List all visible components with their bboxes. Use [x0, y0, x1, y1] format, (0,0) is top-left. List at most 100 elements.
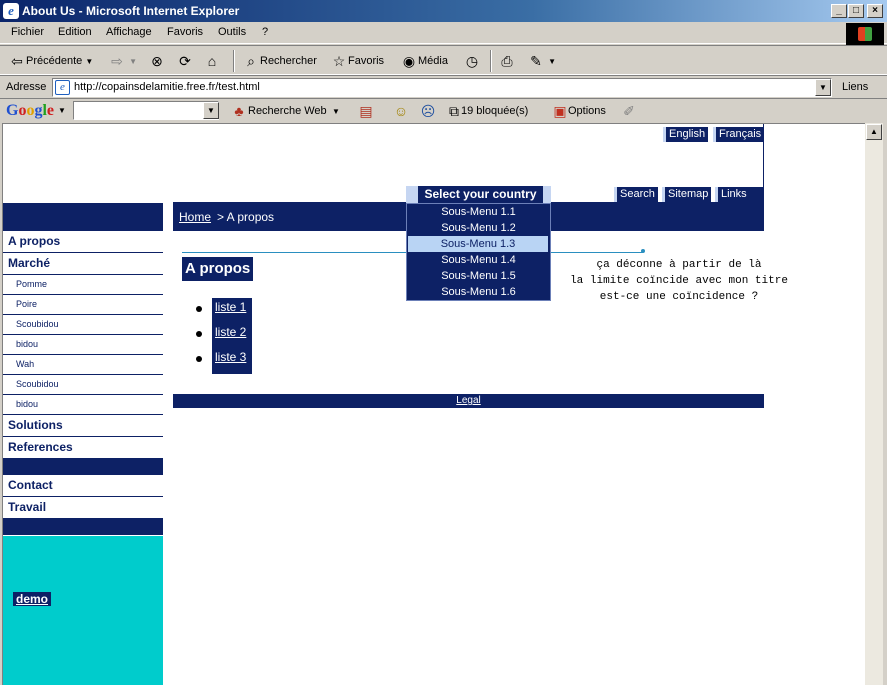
- vote-happy-button[interactable]: ☺: [392, 102, 410, 120]
- submenu-item[interactable]: Sous-Menu 1.6: [407, 284, 550, 300]
- address-label: Adresse: [6, 81, 47, 93]
- stop-button[interactable]: ⊗: [148, 52, 166, 70]
- popup-blocker-button[interactable]: ⧉ 19 bloquée(s): [447, 102, 528, 120]
- back-button[interactable]: ⇦ Précédente ▼: [8, 52, 93, 70]
- sidebar-subitem[interactable]: Poire: [3, 295, 163, 315]
- list-item-link[interactable]: liste 1: [215, 300, 246, 314]
- lang-francais-link[interactable]: Français: [713, 127, 765, 142]
- web-search-button[interactable]: ♣ Recherche Web ▼: [230, 102, 339, 120]
- sidebar-item-travail[interactable]: Travail: [3, 497, 163, 519]
- demo-link[interactable]: demo: [13, 592, 52, 606]
- address-dropdown-button[interactable]: ▼: [815, 79, 831, 96]
- search-button[interactable]: ⌕ Rechercher: [242, 52, 317, 70]
- sidebar-subitem[interactable]: Wah: [3, 355, 163, 375]
- smiley-icon: ☺: [393, 103, 409, 120]
- media-icon: ◉: [402, 53, 416, 70]
- sidebar-demo-panel: demo: [3, 536, 163, 685]
- close-button[interactable]: ×: [867, 4, 883, 18]
- sad-face-icon: ☹: [420, 103, 436, 120]
- sidebar-item-contact[interactable]: Contact: [3, 475, 163, 497]
- minimize-button[interactable]: _: [831, 4, 847, 18]
- sidebar-item-marche[interactable]: Marché: [3, 253, 163, 275]
- sidebar-subitem[interactable]: bidou: [3, 335, 163, 355]
- toolbar-separator: [490, 50, 492, 72]
- nav-sitemap-link[interactable]: Sitemap: [662, 187, 712, 202]
- sidebar-header-bar: [3, 203, 163, 231]
- back-arrow-icon: ⇦: [11, 53, 23, 70]
- stop-icon: ⊗: [151, 53, 163, 70]
- home-button[interactable]: ⌂: [203, 52, 221, 70]
- scroll-up-arrow-icon[interactable]: ▲: [866, 124, 882, 140]
- links-button[interactable]: Liens: [842, 81, 868, 93]
- lang-english-link[interactable]: English: [663, 127, 709, 142]
- address-input[interactable]: e http://copainsdelamitie.free.fr/test.h…: [52, 78, 832, 97]
- options-button[interactable]: ▣Options: [552, 102, 606, 120]
- menu-fichier[interactable]: Fichier: [11, 26, 44, 38]
- menu-edition[interactable]: Edition: [58, 26, 92, 38]
- forward-button[interactable]: ⇨ ▼: [108, 52, 137, 70]
- submenu-item[interactable]: Sous-Menu 1.1: [407, 204, 550, 220]
- vertical-scrollbar[interactable]: ▲: [865, 123, 883, 685]
- edit-icon: ✎: [530, 53, 542, 70]
- home-icon: ⌂: [207, 53, 217, 70]
- menu-outils[interactable]: Outils: [218, 26, 246, 38]
- address-url: http://copainsdelamitie.free.fr/test.htm…: [74, 81, 260, 93]
- breadcrumb-home-link[interactable]: Home: [179, 210, 211, 224]
- bullet: [196, 331, 202, 337]
- legal-link[interactable]: Legal: [456, 395, 480, 406]
- refresh-icon: ⟳: [179, 53, 191, 70]
- bullet: [196, 306, 202, 312]
- bullet: [196, 356, 202, 362]
- submenu-item[interactable]: Sous-Menu 1.4: [407, 252, 550, 268]
- refresh-button[interactable]: ⟳: [176, 52, 194, 70]
- sidebar-item-solutions[interactable]: Solutions: [3, 415, 163, 437]
- popup-blocker-icon: ⧉: [449, 103, 459, 120]
- sidebar-divider: [3, 519, 163, 535]
- favorites-icon: ☆: [332, 53, 346, 70]
- title-bar: e About Us - Microsoft Internet Explorer…: [0, 0, 887, 22]
- google-search-input[interactable]: [73, 101, 219, 120]
- menu-help[interactable]: ?: [262, 26, 268, 38]
- google-menu-arrow-icon[interactable]: ▼: [58, 106, 66, 115]
- web-page: English Français Search Sitemap Links Ho…: [2, 123, 865, 685]
- news-button[interactable]: ▤: [357, 102, 375, 120]
- media-button[interactable]: ◉ Média: [400, 52, 448, 70]
- vote-sad-button[interactable]: ☹: [419, 102, 437, 120]
- sidebar-item-a-propos[interactable]: A propos: [3, 231, 163, 253]
- window-title: About Us - Microsoft Internet Explorer: [22, 4, 240, 18]
- menu-favoris[interactable]: Favoris: [167, 26, 203, 38]
- sidebar-subitem[interactable]: Scoubidou: [3, 375, 163, 395]
- news-icon: ▤: [359, 103, 373, 120]
- sidebar-subitem[interactable]: Pomme: [3, 275, 163, 295]
- toolbar: ⇦ Précédente ▼ ⇨ ▼ ⊗ ⟳ ⌂ ⌕ Rechercher ☆ Fav…: [0, 45, 887, 75]
- country-submenu: Sous-Menu 1.1 Sous-Menu 1.2 Sous-Menu 1.…: [406, 203, 551, 301]
- print-button[interactable]: ⎙: [498, 52, 516, 70]
- toolbar-separator: [233, 50, 235, 72]
- edit-button[interactable]: ✎ ▼: [527, 52, 556, 70]
- country-select[interactable]: Select your country: [406, 186, 551, 203]
- submenu-item[interactable]: Sous-Menu 1.2: [407, 220, 550, 236]
- history-button[interactable]: ◷: [463, 52, 481, 70]
- submenu-item[interactable]: Sous-Menu 1.5: [407, 268, 550, 284]
- nav-search-link[interactable]: Search: [614, 187, 658, 202]
- submenu-item-highlighted[interactable]: Sous-Menu 1.3: [408, 236, 548, 252]
- sidebar-item-references[interactable]: References: [3, 437, 163, 459]
- sidebar-subitem[interactable]: Scoubidou: [3, 315, 163, 335]
- maximize-button[interactable]: □: [848, 4, 864, 18]
- binoculars-icon: ♣: [234, 103, 244, 120]
- nav-links-link[interactable]: Links: [715, 187, 763, 202]
- google-toolbar: Google ▼ ▼ ♣ Recherche Web ▼ ▤ ☺ ☹ ⧉ 19 bl…: [0, 98, 887, 122]
- page-icon: e: [55, 80, 70, 95]
- breadcrumb-current: > A propos: [217, 210, 275, 224]
- list-item-link[interactable]: liste 2: [215, 325, 246, 339]
- page-title: A propos: [182, 257, 254, 281]
- google-search-dropdown[interactable]: ▼: [203, 102, 219, 119]
- list-item-link[interactable]: liste 3: [215, 350, 246, 364]
- favorites-button[interactable]: ☆ Favoris: [330, 52, 384, 70]
- address-bar: Adresse e http://copainsdelamitie.free.f…: [0, 75, 887, 98]
- menu-affichage[interactable]: Affichage: [106, 26, 152, 38]
- highlight-button[interactable]: ✐: [620, 102, 638, 120]
- sidebar-subitem[interactable]: bidou: [3, 395, 163, 415]
- forward-arrow-icon: ⇨: [111, 53, 123, 70]
- google-logo[interactable]: Google: [6, 102, 54, 120]
